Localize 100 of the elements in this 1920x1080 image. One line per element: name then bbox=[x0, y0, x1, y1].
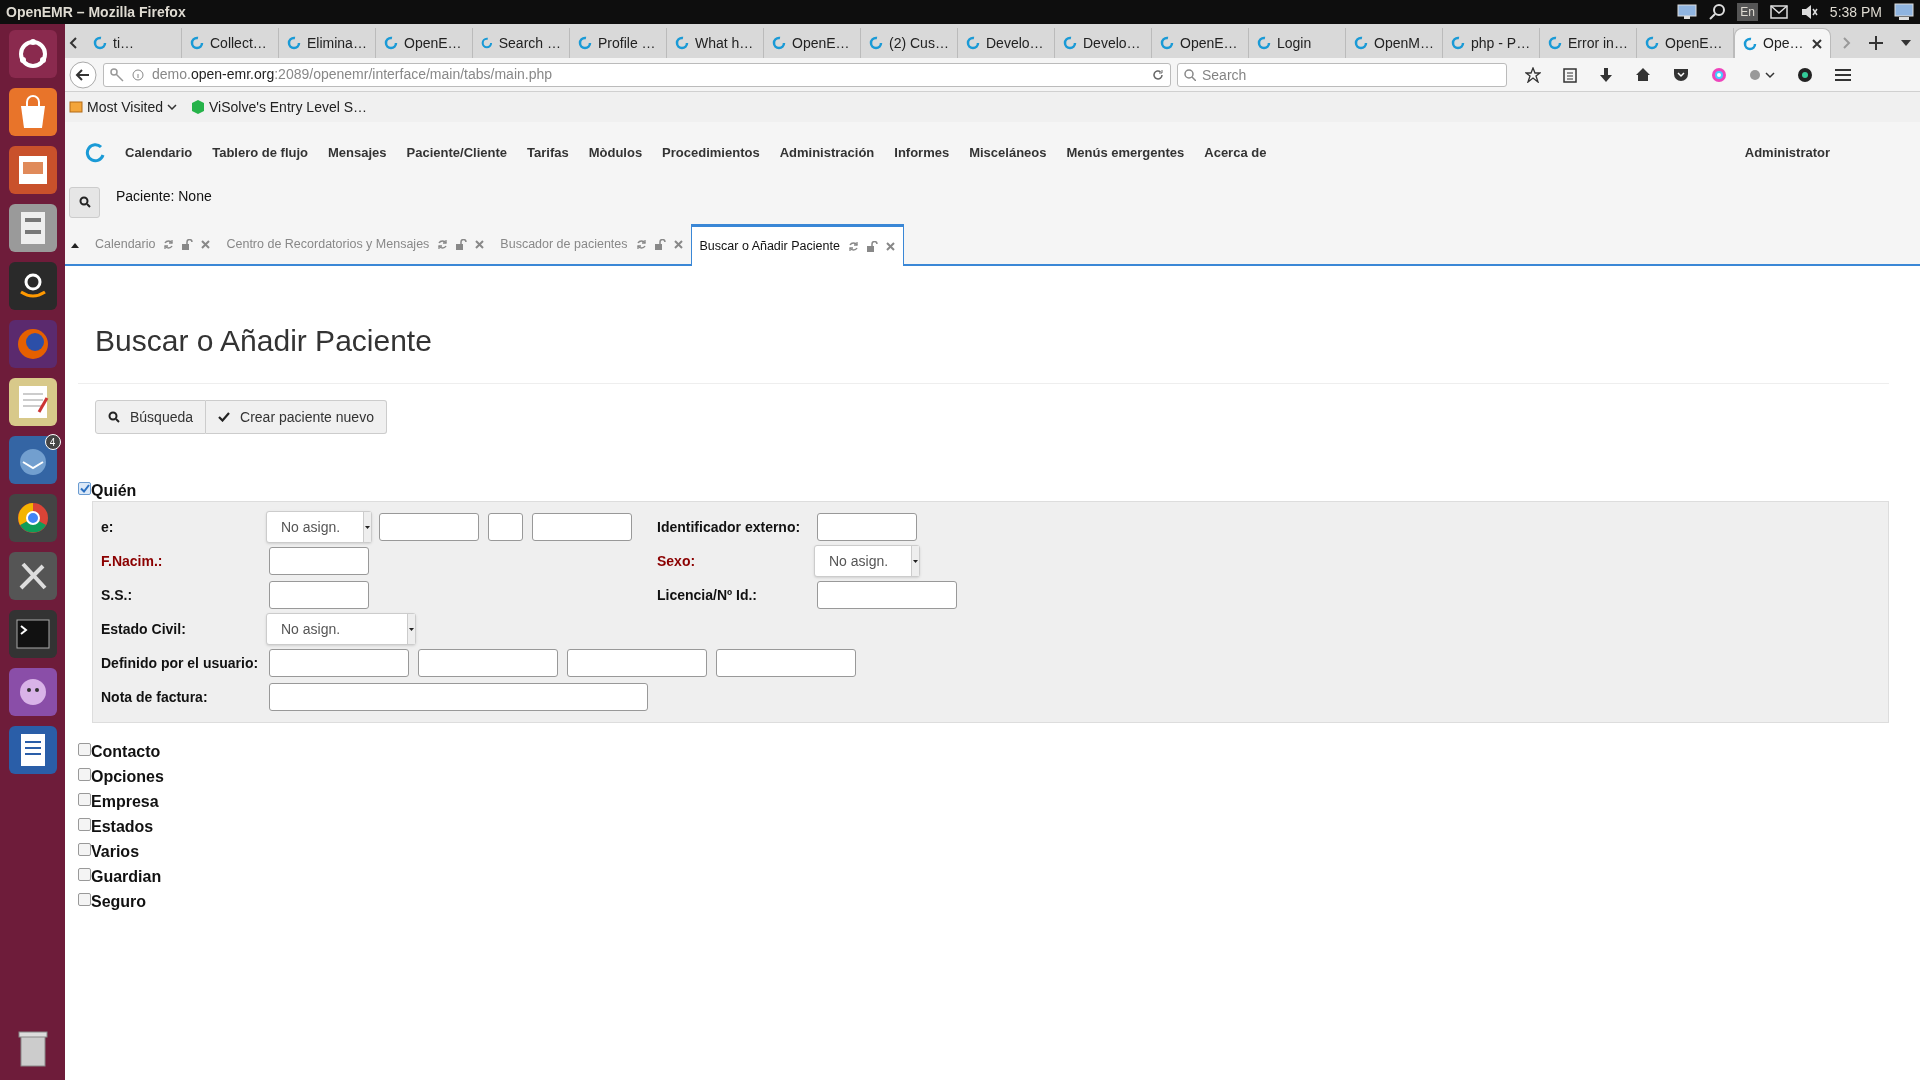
section-label[interactable]: Seguro bbox=[91, 889, 147, 914]
section-label[interactable]: Empresa bbox=[91, 789, 159, 814]
refresh-icon[interactable] bbox=[847, 241, 859, 252]
checkbox[interactable] bbox=[78, 793, 91, 806]
section-label[interactable]: Opciones bbox=[91, 764, 164, 789]
checkbox[interactable] bbox=[78, 843, 91, 856]
checkbox[interactable] bbox=[78, 868, 91, 881]
menu-item[interactable]: Misceláneos bbox=[969, 143, 1047, 163]
keyboard-indicator[interactable]: En bbox=[1737, 3, 1758, 21]
unlock-icon[interactable] bbox=[456, 238, 468, 250]
unlock-icon[interactable] bbox=[182, 238, 194, 250]
search-field[interactable]: Search bbox=[1177, 62, 1507, 87]
mail-icon[interactable] bbox=[1769, 5, 1788, 19]
unlock-icon[interactable] bbox=[866, 241, 878, 252]
pocket-icon[interactable] bbox=[1673, 67, 1689, 82]
search-icon[interactable] bbox=[1709, 4, 1726, 20]
cabinet-icon[interactable] bbox=[8, 204, 57, 252]
circle-icon[interactable] bbox=[1797, 66, 1813, 83]
menu-item[interactable]: Paciente/Cliente bbox=[406, 143, 507, 163]
favicon-icon bbox=[481, 36, 493, 50]
section-label[interactable]: Estados bbox=[91, 814, 154, 839]
notepad-icon[interactable] bbox=[8, 378, 57, 426]
dropdown[interactable]: No asign. bbox=[266, 511, 372, 543]
checkbox[interactable] bbox=[78, 893, 91, 906]
input-field[interactable] bbox=[418, 649, 558, 677]
checkbox[interactable] bbox=[78, 818, 91, 831]
search-button[interactable]: Búsqueda bbox=[95, 400, 207, 434]
chat-icon[interactable] bbox=[8, 668, 57, 716]
favicon-icon bbox=[675, 36, 689, 50]
menu-item[interactable]: Informes bbox=[894, 143, 950, 163]
user-menu[interactable]: Administrator bbox=[1744, 143, 1830, 163]
menu-item[interactable]: Acerca de bbox=[1204, 143, 1267, 163]
back-button[interactable] bbox=[69, 60, 97, 89]
checkbox[interactable] bbox=[78, 743, 91, 756]
reload-icon[interactable] bbox=[1152, 68, 1164, 81]
menu-item[interactable]: Calendario bbox=[125, 143, 193, 163]
create-button[interactable]: Crear paciente nuevo bbox=[206, 400, 387, 434]
address-bar[interactable]: demo.open-emr.org:2089/openemr/interface/main/tabs/main.php bbox=[103, 62, 1171, 87]
caret-icon[interactable] bbox=[1901, 40, 1911, 46]
input-field[interactable] bbox=[379, 513, 479, 541]
color-wheel-icon[interactable] bbox=[1711, 66, 1727, 83]
checkbox[interactable] bbox=[78, 482, 91, 495]
menu-icon[interactable] bbox=[1835, 67, 1851, 82]
input-field[interactable] bbox=[716, 649, 856, 677]
bookmark[interactable]: Most Visited bbox=[69, 96, 177, 118]
clipboard-icon[interactable] bbox=[1563, 66, 1577, 83]
menu-item[interactable]: Menús emergentes bbox=[1066, 143, 1185, 163]
refresh-icon[interactable] bbox=[437, 238, 449, 250]
monitor-icon[interactable] bbox=[1677, 4, 1698, 20]
new-tab-icon[interactable] bbox=[1869, 36, 1883, 50]
input-field[interactable] bbox=[817, 581, 957, 609]
unlock-icon[interactable] bbox=[654, 238, 666, 250]
tab[interactable]: Buscar o Añadir Paciente bbox=[690, 224, 904, 266]
close-icon[interactable] bbox=[1812, 38, 1822, 49]
refresh-icon[interactable] bbox=[635, 238, 647, 250]
menu-item[interactable]: Mensajes bbox=[328, 143, 387, 163]
input-field[interactable] bbox=[269, 649, 409, 677]
input-field[interactable] bbox=[269, 547, 369, 575]
browser-tab[interactable]: Ope… bbox=[1734, 28, 1831, 58]
section-label[interactable]: Varios bbox=[91, 839, 140, 864]
globe-fox-icon[interactable] bbox=[8, 320, 57, 368]
document-icon[interactable] bbox=[8, 726, 57, 774]
chevron-right-icon[interactable] bbox=[1843, 37, 1851, 49]
dropdown[interactable]: No asign. bbox=[814, 545, 920, 577]
presentation-icon[interactable] bbox=[8, 146, 57, 194]
input-field[interactable] bbox=[269, 581, 369, 609]
terminal-icon[interactable] bbox=[8, 610, 57, 658]
dropdown[interactable]: No asign. bbox=[266, 613, 416, 645]
bookmark[interactable]: ViSolve's Entry Level S… bbox=[191, 96, 368, 118]
tools-icon[interactable] bbox=[8, 552, 57, 600]
input-field[interactable] bbox=[567, 649, 707, 677]
search-button[interactable] bbox=[69, 186, 100, 218]
browser-icon[interactable] bbox=[8, 494, 57, 542]
menu-item[interactable]: Tarifas bbox=[527, 143, 569, 163]
bag-icon[interactable] bbox=[8, 88, 57, 136]
speaker-icon[interactable] bbox=[1799, 4, 1818, 20]
field-label: Nota de factura: bbox=[101, 687, 209, 707]
field-label: S.S.: bbox=[101, 585, 134, 605]
star-icon[interactable] bbox=[1525, 66, 1541, 83]
menu-item[interactable]: Administración bbox=[779, 143, 875, 163]
checkbox[interactable] bbox=[78, 768, 91, 781]
computer-icon[interactable] bbox=[1894, 3, 1914, 21]
section-label[interactable]: Quién bbox=[91, 478, 137, 503]
favicon-icon bbox=[190, 36, 204, 50]
refresh-icon[interactable] bbox=[163, 238, 175, 250]
input-field[interactable] bbox=[817, 513, 917, 541]
section-label[interactable]: Guardian bbox=[91, 864, 162, 889]
menu-item[interactable]: Tablero de flujo bbox=[212, 143, 308, 163]
collapse-icon[interactable] bbox=[71, 243, 79, 248]
input-field[interactable] bbox=[488, 513, 523, 541]
input-field[interactable] bbox=[532, 513, 632, 541]
favicon-icon bbox=[287, 36, 301, 50]
clock[interactable]: 5:38 PM bbox=[1829, 1, 1882, 23]
logo-icon[interactable] bbox=[85, 143, 105, 163]
menu-item[interactable]: Mòdulos bbox=[588, 143, 643, 163]
download-icon[interactable] bbox=[1599, 66, 1613, 83]
input-field[interactable] bbox=[269, 683, 648, 711]
menu-item[interactable]: Procedimientos bbox=[662, 143, 760, 163]
section-label[interactable]: Contacto bbox=[91, 739, 161, 764]
favicon-icon bbox=[1160, 36, 1174, 50]
